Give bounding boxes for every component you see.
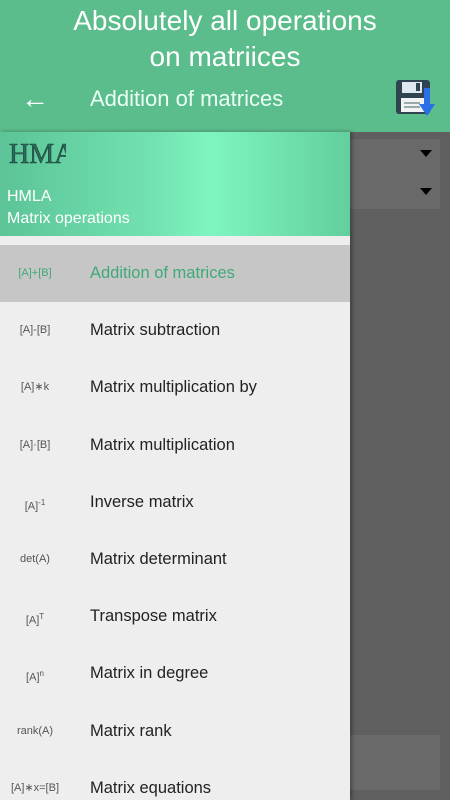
menu-item-label: Matrix subtraction [90,321,221,340]
matrix-scalar-multiply-icon: [A]∗k [20,381,50,394]
menu-item-transpose[interactable]: [A]T Transpose matrix [0,588,350,645]
matrix-equation-icon: [A]∗x=[B] [10,781,60,794]
save-download-icon[interactable] [394,76,436,118]
matrix-determinant-icon: det(A) [20,552,50,565]
promo-title-line-2: on matriices [149,41,301,72]
menu-item-label: Transpose matrix [90,607,217,626]
app-logo: HMA [8,136,76,171]
menu-item-equations[interactable]: [A]∗x=[B] Matrix equations [0,760,350,800]
promo-title-line-1: Absolutely all operations [73,5,377,36]
content-scrim[interactable] [350,132,450,800]
menu-item-label: Matrix rank [90,721,172,740]
back-arrow-icon[interactable]: ← [20,84,50,114]
dropdown-arrow-icon[interactable] [420,150,432,157]
matrix-power-icon: [A]n [26,669,44,684]
app-bar: Absolutely all operations on matriices ←… [0,0,450,132]
menu-item-label: Matrix determinant [90,549,227,568]
calculate-button[interactable] [350,735,440,790]
menu-item-multiplication[interactable]: [A]·[B] Matrix multiplication [0,417,350,474]
menu-item-label: Matrix in degree [90,664,209,683]
menu-item-label: Matrix multiplication [90,435,235,454]
drawer-app-name: HMLA [7,188,52,205]
matrix-addition-icon: [A]+[B] [18,267,52,279]
menu-item-label: Matrix multiplication by [90,378,257,397]
drawer-subtitle: Matrix operations [7,210,130,227]
menu-item-subtraction[interactable]: [A]-[B] Matrix subtraction [0,302,350,359]
matrix-multiply-icon: [A]·[B] [19,438,51,451]
drawer-menu: [A]+[B] Addition of matrices [A]-[B] Mat… [0,245,350,800]
menu-item-power[interactable]: [A]n Matrix in degree [0,645,350,702]
menu-item-inverse[interactable]: [A]-1 Inverse matrix [0,474,350,531]
menu-item-multiplication-by-number[interactable]: [A]∗k Matrix multiplication by [0,359,350,416]
menu-item-label: Addition of matrices [90,264,235,282]
logo-text: HMA [9,139,66,170]
page-title: Addition of matrices [90,86,284,111]
menu-item-determinant[interactable]: det(A) Matrix determinant [0,531,350,588]
drawer-header: HMA HMLA Matrix operations [0,132,350,236]
dropdown-arrow-icon[interactable] [420,188,432,195]
navigation-drawer: HMA HMLA Matrix operations [A]+[B] Addit… [0,132,350,800]
menu-item-label: Matrix equations [90,778,212,797]
matrix-subtraction-icon: [A]-[B] [19,324,51,337]
menu-item-addition[interactable]: [A]+[B] Addition of matrices [0,245,350,303]
matrix-transpose-icon: [A]T [25,612,45,627]
menu-item-label: Inverse matrix [90,492,194,511]
matrix-rank-icon: rank(A) [16,724,54,737]
matrix-inverse-icon: [A]-1 [24,497,46,513]
menu-item-rank[interactable]: rank(A) Matrix rank [0,703,350,760]
